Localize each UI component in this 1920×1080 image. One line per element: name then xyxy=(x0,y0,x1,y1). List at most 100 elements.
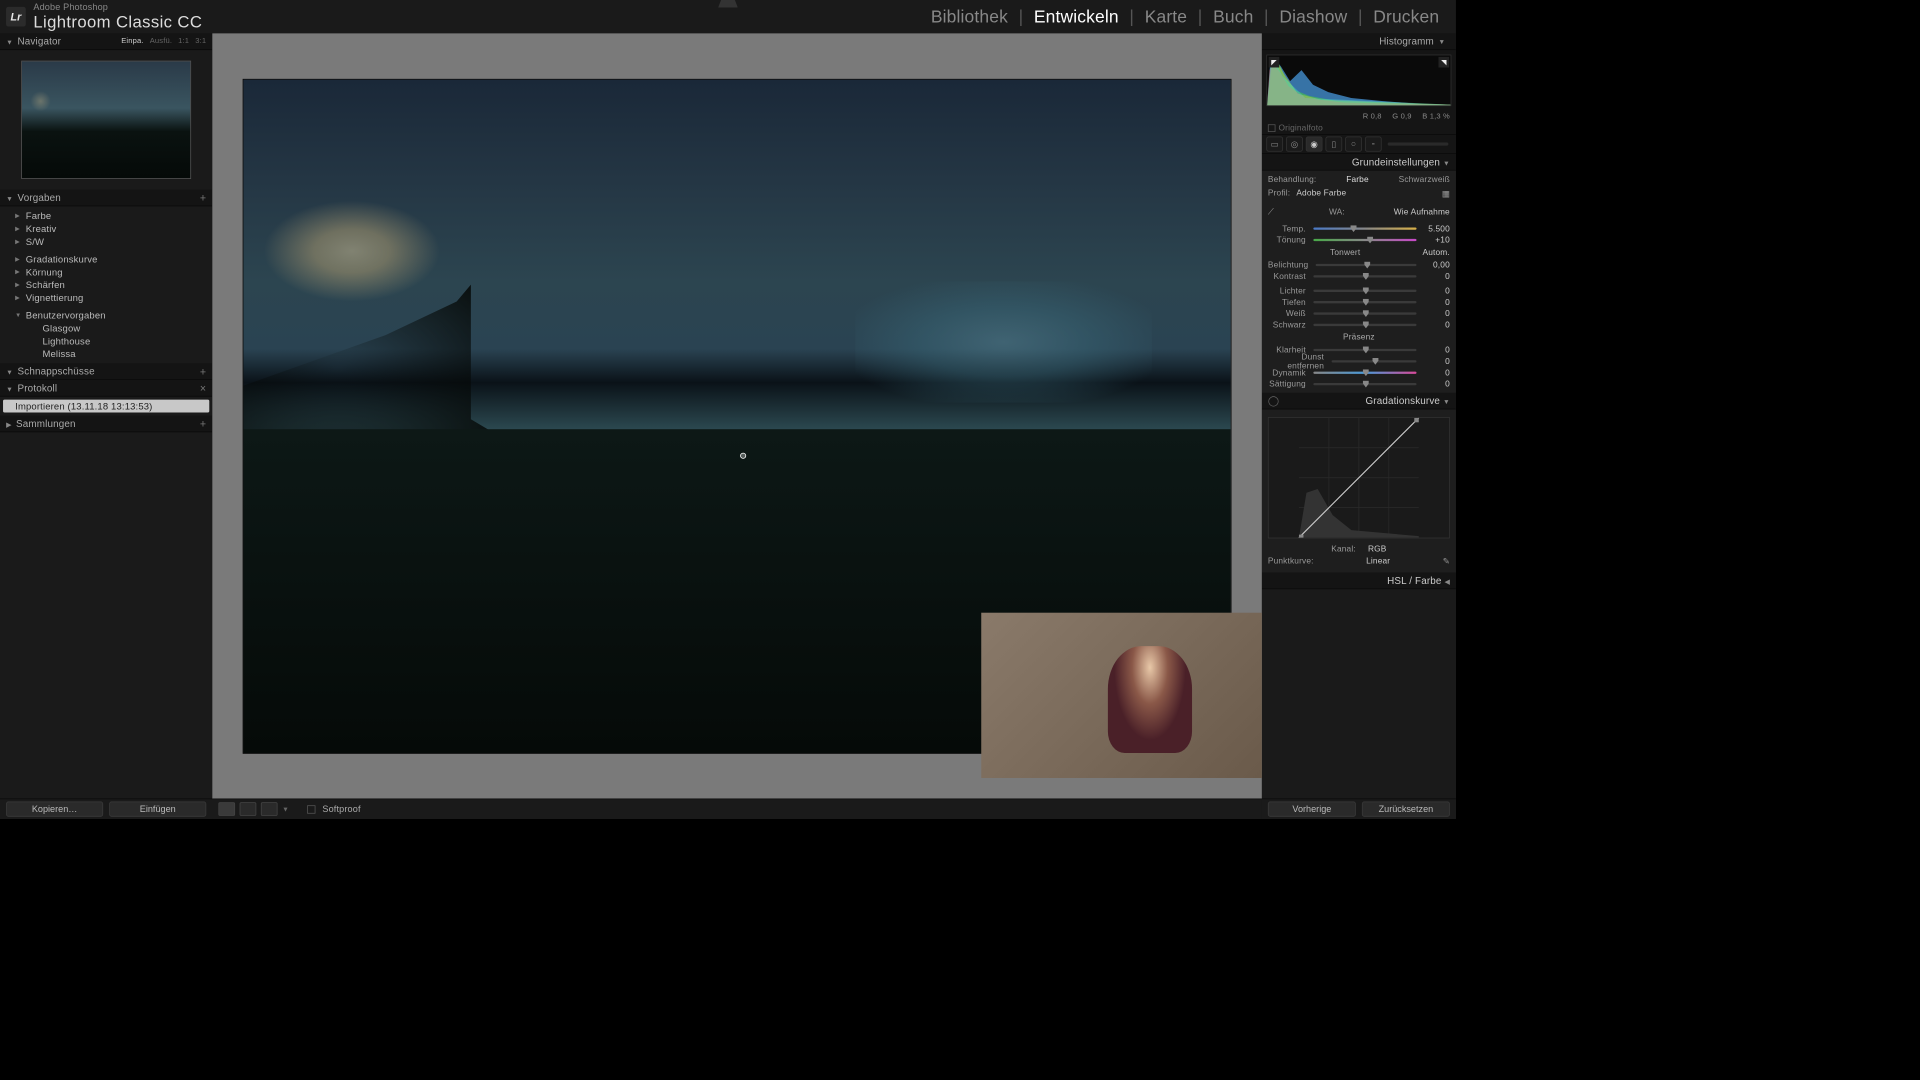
temp-value[interactable]: 5.500 xyxy=(1420,224,1450,233)
user-presets-folder[interactable]: ▼Benutzervorgaben xyxy=(0,309,212,322)
exposure-slider[interactable] xyxy=(1316,264,1417,266)
vibrance-value[interactable]: 0 xyxy=(1420,368,1450,377)
tone-curve[interactable] xyxy=(1268,417,1450,538)
highlights-label: Lichter xyxy=(1268,286,1310,295)
highlights-slider[interactable] xyxy=(1313,290,1416,292)
history-title: Protokoll xyxy=(18,382,58,393)
clarity-slider[interactable] xyxy=(1313,349,1416,351)
preset-folder[interactable]: ▶Kreativ xyxy=(0,222,212,235)
navigator-zoom[interactable]: Einpa.Ausfü.1:13:1 xyxy=(121,37,206,45)
module-slideshow[interactable]: Diashow xyxy=(1269,6,1358,26)
eyedropper-icon[interactable]: ⟋ xyxy=(1268,208,1280,220)
gradient-tool[interactable]: ▯ xyxy=(1326,136,1343,151)
highlight-clip-icon[interactable]: ◥ xyxy=(1438,57,1449,68)
clarity-value[interactable]: 0 xyxy=(1420,345,1450,354)
history-header[interactable]: ▼Protokoll × xyxy=(0,380,212,397)
radial-tool[interactable]: ○ xyxy=(1345,136,1362,151)
add-collection-icon[interactable]: + xyxy=(200,417,206,429)
histogram[interactable]: ◤ ◥ xyxy=(1266,55,1451,107)
preset-folder[interactable]: ▶Schärfen xyxy=(0,278,212,291)
brush-tool[interactable]: ⁃ xyxy=(1365,136,1382,151)
previous-button[interactable]: Vorherige xyxy=(1268,802,1356,817)
loupe-view-button[interactable] xyxy=(218,802,235,816)
preset-folder[interactable]: ▶Gradationskurve xyxy=(0,253,212,266)
preset-folder[interactable]: ▶S/W xyxy=(0,235,212,248)
spot-tool[interactable]: ◎ xyxy=(1286,136,1303,151)
before-after-button[interactable] xyxy=(240,802,257,816)
user-preset[interactable]: Melissa xyxy=(0,347,212,360)
shadows-value[interactable]: 0 xyxy=(1420,298,1450,307)
before-after-split-button[interactable] xyxy=(261,802,278,816)
tonecurve-header[interactable]: ◯Gradationskurve ▼ xyxy=(1262,393,1456,410)
saturation-value[interactable]: 0 xyxy=(1420,380,1450,389)
develop-toolbar: ▼ Softproof xyxy=(212,798,1261,818)
handle-icon[interactable] xyxy=(718,0,738,8)
module-library[interactable]: Bibliothek xyxy=(920,6,1018,26)
preset-folder[interactable]: ▶Vignettierung xyxy=(0,291,212,304)
hsl-header[interactable]: HSL / Farbe ◀ xyxy=(1262,573,1456,590)
redeye-tool[interactable]: ◉ xyxy=(1306,136,1323,151)
user-preset[interactable]: Lighthouse xyxy=(0,334,212,347)
preset-folder[interactable]: ▶Körnung xyxy=(0,265,212,278)
dehaze-slider[interactable] xyxy=(1332,360,1417,362)
user-preset[interactable]: Glasgow xyxy=(0,322,212,335)
app-name: Lightroom Classic CC xyxy=(33,12,202,32)
module-develop[interactable]: Entwickeln xyxy=(1023,6,1129,26)
preset-folder[interactable]: ▶Farbe xyxy=(0,209,212,222)
channel-select[interactable]: RGB xyxy=(1368,544,1387,553)
treatment-bw[interactable]: Schwarzweiß xyxy=(1399,175,1450,184)
shadow-clip-icon[interactable]: ◤ xyxy=(1269,57,1280,68)
treatment-color[interactable]: Farbe xyxy=(1346,175,1369,184)
add-snapshot-icon[interactable]: + xyxy=(200,365,206,377)
tint-value[interactable]: +10 xyxy=(1420,235,1450,244)
copy-button[interactable]: Kopieren… xyxy=(6,802,103,817)
curve-edit-icon[interactable]: ✎ xyxy=(1443,557,1450,567)
wb-select[interactable]: Wie Aufnahme xyxy=(1394,208,1450,220)
vibrance-label: Dynamik xyxy=(1268,368,1310,377)
saturation-slider[interactable] xyxy=(1313,383,1416,385)
blacks-value[interactable]: 0 xyxy=(1420,320,1450,329)
exposure-value[interactable]: 0,00 xyxy=(1420,260,1450,269)
auto-button[interactable]: Autom. xyxy=(1423,248,1450,257)
navigator-thumbnail[interactable] xyxy=(21,61,191,179)
dehaze-value[interactable]: 0 xyxy=(1420,357,1450,366)
paste-button[interactable]: Einfügen xyxy=(109,802,206,817)
target-adjust-icon[interactable]: ◯ xyxy=(1268,395,1279,407)
crop-tool[interactable]: ▭ xyxy=(1266,136,1283,151)
sample-marker-icon[interactable] xyxy=(740,453,746,459)
chevron-down-icon[interactable]: ▼ xyxy=(282,805,289,813)
temp-slider[interactable] xyxy=(1313,227,1416,229)
image-canvas[interactable] xyxy=(212,33,1261,798)
tool-slider[interactable] xyxy=(1388,143,1449,146)
tint-label: Tönung xyxy=(1268,235,1310,244)
history-item[interactable]: Importieren (13.11.18 13:13:53) xyxy=(3,400,209,413)
blacks-slider[interactable] xyxy=(1313,324,1416,326)
profile-browser-icon[interactable]: ▦ xyxy=(1442,189,1450,199)
collections-header[interactable]: ▶Sammlungen + xyxy=(0,416,212,433)
basic-header[interactable]: Grundeinstellungen ▼ xyxy=(1262,154,1456,171)
highlights-value[interactable]: 0 xyxy=(1420,286,1450,295)
original-checkbox[interactable] xyxy=(1268,124,1276,132)
contrast-slider[interactable] xyxy=(1313,275,1416,277)
module-book[interactable]: Buch xyxy=(1202,6,1264,26)
softproof-checkbox[interactable] xyxy=(307,805,315,813)
whites-slider[interactable] xyxy=(1313,312,1416,314)
profile-select[interactable]: Adobe Farbe xyxy=(1290,189,1442,199)
add-preset-icon[interactable]: + xyxy=(200,191,206,203)
tint-slider[interactable] xyxy=(1313,239,1416,241)
pointcurve-select[interactable]: Linear xyxy=(1366,557,1390,567)
vibrance-slider[interactable] xyxy=(1313,372,1416,374)
presets-header[interactable]: ▼Vorgaben + xyxy=(0,190,212,207)
original-photo-row[interactable]: Originalfoto xyxy=(1262,122,1456,134)
whites-value[interactable]: 0 xyxy=(1420,309,1450,318)
clear-history-icon[interactable]: × xyxy=(200,382,206,394)
module-picker: Bibliothek| Entwickeln| Karte| Buch| Dia… xyxy=(920,6,1450,26)
module-map[interactable]: Karte xyxy=(1134,6,1198,26)
histogram-header[interactable]: Histogramm▼ xyxy=(1262,33,1456,50)
module-print[interactable]: Drucken xyxy=(1363,6,1450,26)
reset-button[interactable]: Zurücksetzen xyxy=(1362,802,1450,817)
shadows-slider[interactable] xyxy=(1313,301,1416,303)
snapshots-header[interactable]: ▼Schnappschüsse + xyxy=(0,363,212,380)
navigator-header[interactable]: ▼Navigator Einpa.Ausfü.1:13:1 xyxy=(0,33,212,50)
contrast-value[interactable]: 0 xyxy=(1420,272,1450,281)
